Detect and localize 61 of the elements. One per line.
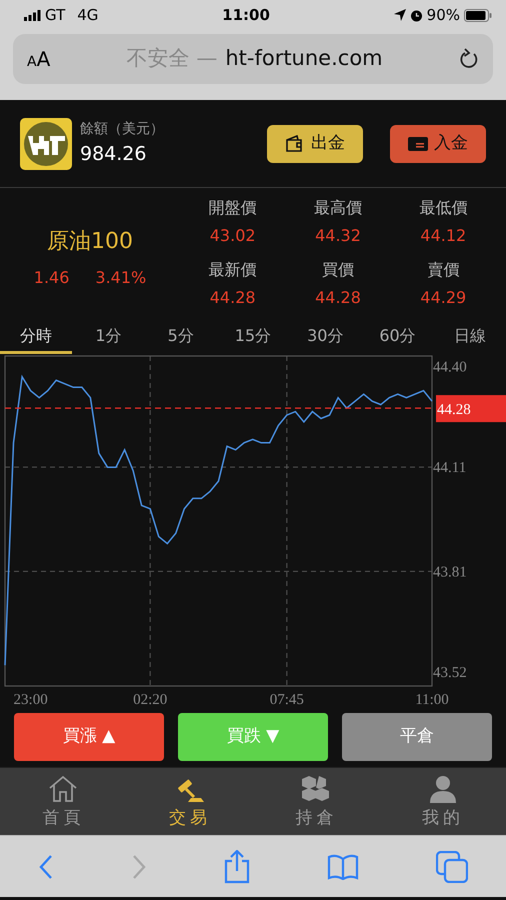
share-icon[interactable]	[222, 850, 251, 884]
balance-amount: 984.26	[80, 142, 148, 167]
x-tick-label: 23:00	[14, 692, 48, 708]
quote-value: 44.32	[315, 225, 361, 247]
back-icon[interactable]	[38, 854, 54, 880]
y-tick-label: 43.52	[433, 665, 467, 682]
deposit-button[interactable]: 入金	[390, 124, 486, 162]
network-type: 4G	[77, 4, 98, 26]
quote-label: 賣價	[427, 258, 460, 280]
current-price-label: 44.28	[437, 402, 471, 418]
location-arrow-icon	[394, 9, 406, 21]
tabs-icon[interactable]	[436, 850, 468, 882]
period-tab[interactable]: 1分	[72, 318, 145, 354]
period-tab[interactable]: 30分	[289, 318, 362, 354]
text-size-button[interactable]: AA	[27, 44, 50, 74]
quote-value: 44.28	[210, 286, 256, 308]
alarm-clock-icon	[410, 8, 423, 22]
percent-change: 3.41%	[95, 266, 146, 288]
period-tab[interactable]: 60分	[361, 318, 434, 354]
y-tick-label: 44.40	[433, 359, 467, 376]
balance-label: 餘額（美元）	[80, 120, 164, 139]
price-change: 1.46	[34, 266, 70, 288]
period-tab[interactable]: 5分	[144, 318, 217, 354]
carrier-name: GT	[45, 4, 66, 26]
quote-value: 44.28	[315, 286, 361, 308]
battery-percent: 90%	[426, 4, 460, 26]
x-tick-label: 07:45	[270, 692, 304, 708]
quote-label: 買價	[322, 258, 354, 280]
quote-label: 最高價	[314, 197, 362, 219]
signal-icon	[24, 10, 41, 20]
period-tab[interactable]: 日線	[434, 318, 506, 354]
book-icon[interactable]	[327, 854, 360, 880]
url-domain: ht-fortune.com	[225, 45, 383, 72]
nav-tab[interactable]: 持倉	[253, 768, 380, 835]
x-tick-label: 02:20	[133, 692, 168, 708]
reload-icon[interactable]	[459, 48, 479, 70]
current-price-tag	[436, 395, 506, 422]
quote-label: 開盤價	[208, 197, 257, 219]
security-warning: 不安全 —	[126, 45, 218, 72]
wallet-icon	[285, 134, 305, 152]
nav-tab[interactable]: 交易	[126, 768, 253, 835]
withdraw-button[interactable]: 出金	[267, 124, 363, 162]
nav-tab[interactable]: 我的	[380, 768, 506, 835]
quote-value: 44.29	[420, 286, 466, 308]
home-icon	[47, 774, 80, 804]
buy-up-button[interactable]: 買漲 ▲	[14, 713, 164, 761]
battery-icon	[464, 8, 492, 22]
logo-icon	[20, 118, 72, 170]
card-icon	[408, 136, 428, 152]
quote-label: 最低價	[419, 197, 468, 219]
period-tab[interactable]: 分時	[0, 318, 72, 354]
quote-value: 43.02	[210, 225, 256, 247]
y-tick-label: 44.11	[433, 460, 466, 476]
x-tick-label: 11:00	[415, 692, 449, 708]
nav-tab[interactable]: 首頁	[0, 768, 126, 835]
quote-label: 最新價	[208, 258, 257, 280]
y-tick-label: 43.81	[433, 564, 467, 580]
instrument-name: 原油100	[47, 228, 133, 256]
clock-time: 11:00	[222, 4, 270, 26]
period-tab[interactable]: 15分	[216, 318, 290, 354]
quote-value: 44.12	[420, 225, 466, 247]
